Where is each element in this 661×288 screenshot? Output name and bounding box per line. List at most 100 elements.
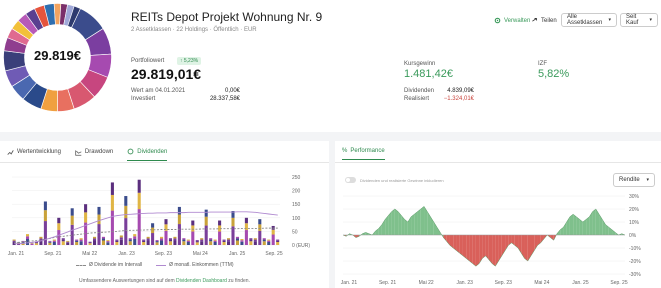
dividend-bar xyxy=(101,236,105,239)
dividend-bar xyxy=(186,240,190,243)
dividend-bar xyxy=(218,231,222,245)
invested-label: Investiert xyxy=(131,96,156,102)
invested-value: 28.337,58€ xyxy=(209,96,240,102)
dividend-bar xyxy=(52,240,56,243)
dividend-bar xyxy=(209,241,213,245)
portfolio-subtitle: 2 Assetklassen · 22 Holdings · Öffentlic… xyxy=(131,27,257,33)
dividend-bar xyxy=(204,225,208,245)
dividend-bar xyxy=(133,236,137,240)
dividend-bar xyxy=(191,220,195,226)
izf-value: 5,82% xyxy=(538,68,570,80)
dividend-bar xyxy=(88,243,92,245)
dividend-bar xyxy=(79,241,83,245)
portfolio-value: 29.819,01€ xyxy=(131,66,202,82)
allocation-donut[interactable]: 29.819€ xyxy=(3,3,112,112)
x-tick-label: Mai 22 xyxy=(419,280,434,286)
dividend-bar xyxy=(34,243,38,245)
dividend-bar xyxy=(164,219,168,225)
footer-end: zu finden. xyxy=(228,278,250,284)
performance-area xyxy=(524,235,528,261)
share-button[interactable]: Teilen xyxy=(531,17,557,24)
tab-drawdown[interactable]: Drawdown xyxy=(75,148,113,161)
tab-performance[interactable]: % Performance xyxy=(342,148,385,160)
dividend-bar xyxy=(209,238,213,240)
price-gain-value: 1.481,42€ xyxy=(404,68,453,80)
performance-area xyxy=(459,235,463,256)
performance-area xyxy=(433,222,437,235)
tab-drawdown-label: Drawdown xyxy=(84,149,114,155)
tab-dividends[interactable]: Dividenden xyxy=(127,148,168,161)
dividend-bar xyxy=(84,204,88,213)
dividend-bar xyxy=(213,239,217,241)
metric-select-value: Rendite xyxy=(619,177,640,183)
dividend-bar xyxy=(142,242,146,245)
legend-item-monthly[interactable]: Ø monatl. Einkommen (TTM) xyxy=(156,262,234,268)
dividend-bar xyxy=(227,239,231,242)
performance-area xyxy=(469,235,473,264)
dividend-bar xyxy=(84,212,88,223)
dividend-bar xyxy=(267,239,271,241)
share-icon xyxy=(532,17,538,22)
dividend-bar xyxy=(240,240,244,242)
manage-button[interactable]: Verwalten xyxy=(494,17,530,24)
performance-area xyxy=(475,235,480,267)
dividend-bar xyxy=(222,242,226,245)
performance-area xyxy=(414,211,418,235)
dividend-bar xyxy=(182,241,186,245)
dividend-bar xyxy=(168,239,172,242)
dividend-bar xyxy=(137,192,141,210)
coins-icon xyxy=(127,148,134,155)
dividend-bar xyxy=(182,239,186,242)
toggle-switch[interactable] xyxy=(345,177,356,183)
dividend-bar xyxy=(61,239,65,242)
realized-value: −1.324,01€ xyxy=(443,96,474,102)
dividend-bar xyxy=(93,238,97,241)
dividend-bar xyxy=(218,220,222,226)
dividend-bar xyxy=(48,240,52,242)
y-tick-label: 20% xyxy=(629,207,640,213)
worth-at-date-value: 0,00€ xyxy=(224,88,240,94)
include-dividends-toggle[interactable]: Dividenden und realisierte Gewinne inklu… xyxy=(345,177,444,183)
dividend-bar xyxy=(155,241,159,243)
period-select[interactable]: Seit Kauf ▾ xyxy=(620,13,658,27)
dividend-bar xyxy=(186,242,190,245)
dividend-bar xyxy=(177,214,181,225)
dividend-bar xyxy=(75,239,79,241)
tab-value-development[interactable]: Wertentwicklung xyxy=(7,148,61,161)
dividend-bar xyxy=(155,242,159,245)
asset-class-select[interactable]: Alle Assetklassen ▾ xyxy=(561,13,617,27)
dividend-bar xyxy=(142,240,146,243)
dividend-bar xyxy=(240,239,244,241)
performance-area xyxy=(417,209,421,235)
dividend-bar xyxy=(101,238,105,241)
legend-item-interval[interactable]: Ø Dividende im Intervall xyxy=(76,262,142,268)
y-tick-label: -10% xyxy=(629,246,641,252)
dividend-bar xyxy=(160,240,164,245)
performance-area xyxy=(472,235,476,267)
performance-area xyxy=(589,211,593,235)
legend-label-interval: Ø Dividende im Intervall xyxy=(89,262,143,268)
performance-area xyxy=(456,235,460,254)
dividend-bar xyxy=(106,241,110,243)
y-tick-label: 200 xyxy=(292,189,301,195)
dividend-bar xyxy=(258,224,262,231)
right-panel-tabs: % Performance xyxy=(342,148,385,160)
chevron-down-icon: ▾ xyxy=(608,17,611,23)
dividend-bar xyxy=(151,223,155,228)
performance-area xyxy=(375,228,379,235)
dividend-bar xyxy=(124,196,128,206)
izf-label: IZF xyxy=(538,61,547,67)
dividend-bar xyxy=(262,239,266,242)
realized-label: Realisiert xyxy=(404,96,430,102)
performance-chart[interactable]: 30% 20% 10% 0% -10% -20% -30% Jan. 21 Sep. 21 Mai… xyxy=(335,190,661,288)
manage-button-label: Verwalten xyxy=(504,17,531,24)
metric-select[interactable]: Rendite ▾ xyxy=(613,173,655,187)
legend-swatch-monthly xyxy=(156,264,167,266)
dividends-dashboard-link[interactable]: Dividenden Dashboard xyxy=(176,278,227,284)
performance-area xyxy=(492,235,496,267)
dividends-label: Dividenden xyxy=(404,88,435,94)
dividends-chart[interactable]: 250 200 150 100 50 0 (EUR) Jan. 21 Sep. 21 Mai 2… xyxy=(0,173,329,268)
dividend-bar xyxy=(253,241,257,245)
dividend-bar xyxy=(57,230,61,245)
dividend-bar xyxy=(222,239,226,241)
